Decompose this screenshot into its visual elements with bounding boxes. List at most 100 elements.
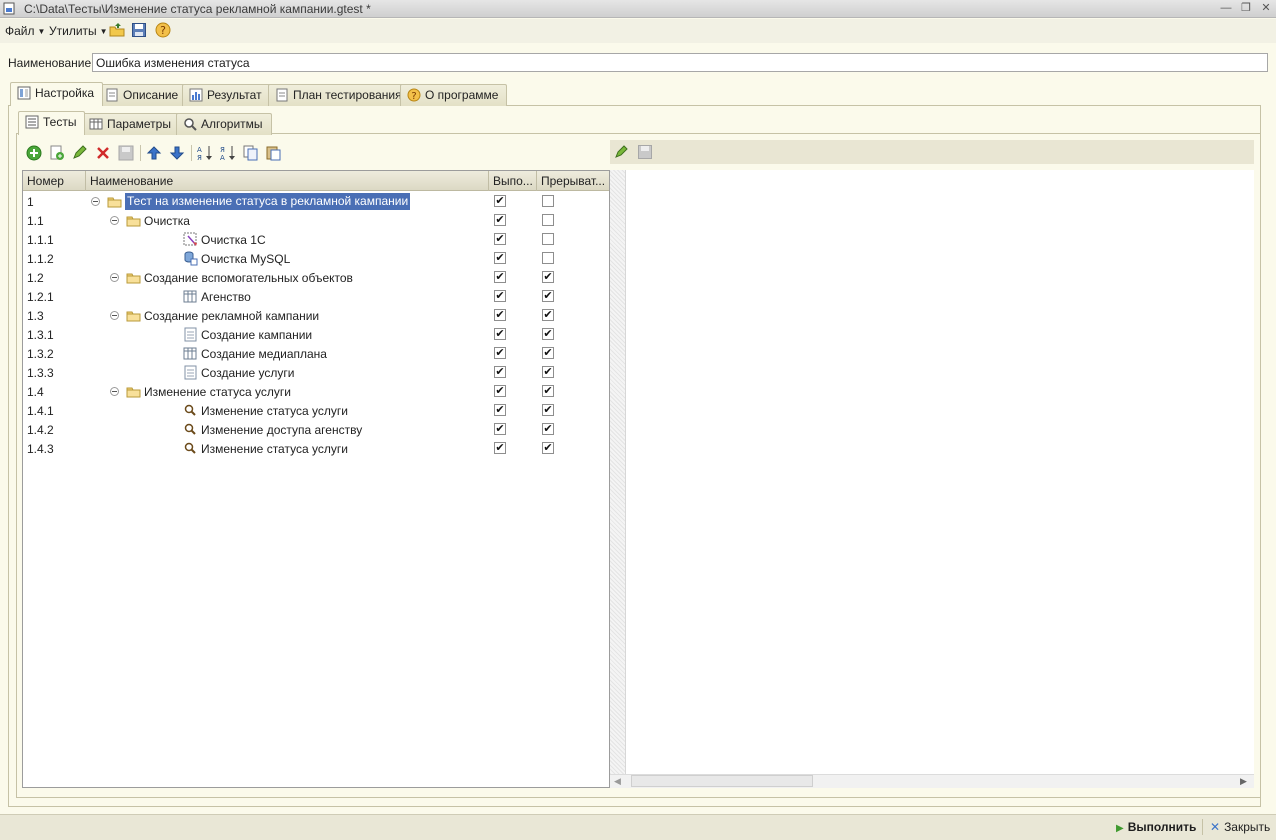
run-checkbox[interactable]: ✔ bbox=[494, 328, 506, 340]
tree-row[interactable]: 1.3.2 Создание медиаплана ✔ ✔ bbox=[23, 344, 609, 363]
tree-row[interactable]: 1.1 Очистка ✔ bbox=[23, 211, 609, 230]
tree-row[interactable]: 1.1.2 Очистка MySQL ✔ bbox=[23, 249, 609, 268]
tab-tests[interactable]: Тесты bbox=[18, 111, 86, 135]
interrupt-checkbox[interactable]: ✔ bbox=[542, 404, 554, 416]
run-checkbox[interactable]: ✔ bbox=[494, 404, 506, 416]
close-window-button[interactable]: ✕ bbox=[1258, 1, 1274, 15]
tests-tree-grid[interactable]: Номер Наименование Выпо... Прерыват... 1… bbox=[22, 170, 610, 788]
tab-about[interactable]: ? О программе bbox=[400, 84, 508, 106]
run-checkbox[interactable]: ✔ bbox=[494, 195, 506, 207]
tree-row[interactable]: 1.1.1 Очистка 1С ✔ bbox=[23, 230, 609, 249]
folder-icon bbox=[126, 270, 141, 285]
interrupt-checkbox[interactable]: ✔ bbox=[542, 271, 554, 283]
add-child-icon[interactable] bbox=[48, 144, 66, 162]
tree-row[interactable]: 1.3.3 Создание услуги ✔ ✔ bbox=[23, 363, 609, 382]
name-input[interactable] bbox=[92, 53, 1268, 72]
row-number: 1.4.2 bbox=[27, 423, 54, 437]
interrupt-checkbox[interactable]: ✔ bbox=[542, 442, 554, 454]
collapse-toggle-icon[interactable] bbox=[110, 216, 119, 225]
help-icon[interactable]: ? bbox=[155, 22, 171, 38]
folder-icon bbox=[107, 194, 122, 209]
run-checkbox[interactable]: ✔ bbox=[494, 309, 506, 321]
scroll-left-icon[interactable]: ◀ bbox=[614, 776, 621, 787]
search-icon bbox=[183, 403, 198, 418]
move-down-icon[interactable] bbox=[168, 144, 186, 162]
interrupt-checkbox[interactable] bbox=[542, 252, 554, 264]
interrupt-checkbox[interactable]: ✔ bbox=[542, 423, 554, 435]
run-checkbox[interactable]: ✔ bbox=[494, 366, 506, 378]
interrupt-checkbox[interactable] bbox=[542, 214, 554, 226]
details-area[interactable] bbox=[610, 170, 1254, 788]
tree-row[interactable]: 1.2.1 Агенство ✔ ✔ bbox=[23, 287, 609, 306]
interrupt-checkbox[interactable]: ✔ bbox=[542, 309, 554, 321]
menu-utilities[interactable]: Утилиты ▼ bbox=[49, 24, 108, 38]
column-header-name[interactable]: Наименование bbox=[86, 171, 489, 191]
tab-result[interactable]: Результат bbox=[182, 84, 271, 106]
sort-ascending-icon[interactable]: AЯ bbox=[196, 144, 214, 162]
interrupt-checkbox[interactable] bbox=[542, 233, 554, 245]
move-up-icon[interactable] bbox=[145, 144, 163, 162]
minimize-button[interactable]: — bbox=[1218, 1, 1234, 15]
tab-test-plan[interactable]: План тестирования bbox=[268, 84, 411, 106]
column-header-run[interactable]: Выпо... bbox=[489, 171, 537, 191]
menu-bar: Файл ▼ Утилиты ▼ ? bbox=[0, 19, 1276, 43]
collapse-toggle-icon[interactable] bbox=[91, 197, 100, 206]
save-disabled-icon[interactable] bbox=[117, 144, 135, 162]
run-button[interactable]: ▶ Выполнить bbox=[1116, 820, 1196, 834]
run-checkbox[interactable]: ✔ bbox=[494, 290, 506, 302]
collapse-toggle-icon[interactable] bbox=[110, 273, 119, 282]
close-button[interactable]: ✕ Закрыть bbox=[1210, 820, 1270, 834]
tree-row[interactable]: 1.3 Создание рекламной кампании ✔ ✔ bbox=[23, 306, 609, 325]
delete-icon[interactable] bbox=[94, 144, 112, 162]
svg-text:A: A bbox=[220, 154, 225, 162]
save-disabled-icon[interactable] bbox=[637, 144, 653, 160]
tree-row[interactable]: 1 Тест на изменение статуса в рекламной к… bbox=[23, 192, 609, 211]
interrupt-checkbox[interactable]: ✔ bbox=[542, 328, 554, 340]
svg-text:?: ? bbox=[160, 24, 166, 37]
sort-descending-icon[interactable]: ЯA bbox=[219, 144, 237, 162]
svg-text:A: A bbox=[197, 146, 202, 154]
add-icon[interactable] bbox=[25, 144, 43, 162]
scrollbar-thumb[interactable] bbox=[631, 775, 813, 787]
collapse-toggle-icon[interactable] bbox=[110, 311, 119, 320]
collapse-toggle-icon[interactable] bbox=[110, 387, 119, 396]
interrupt-checkbox[interactable]: ✔ bbox=[542, 290, 554, 302]
search-icon bbox=[183, 422, 198, 437]
interrupt-checkbox[interactable] bbox=[542, 195, 554, 207]
save-icon[interactable] bbox=[131, 22, 147, 38]
open-folder-icon[interactable] bbox=[109, 22, 125, 38]
edit-icon[interactable] bbox=[71, 144, 89, 162]
tree-row[interactable]: 1.4.3 Изменение статуса услуги ✔ ✔ bbox=[23, 439, 609, 458]
column-header-number[interactable]: Номер bbox=[23, 171, 86, 191]
tab-algorithms[interactable]: Алгоритмы bbox=[176, 113, 272, 135]
run-checkbox[interactable]: ✔ bbox=[494, 233, 506, 245]
menu-file[interactable]: Файл ▼ bbox=[5, 24, 45, 38]
table-icon bbox=[89, 117, 103, 131]
tab-parameters[interactable]: Параметры bbox=[82, 113, 180, 135]
restore-button[interactable]: ❐ bbox=[1238, 1, 1254, 15]
tree-row[interactable]: 1.4.1 Изменение статуса услуги ✔ ✔ bbox=[23, 401, 609, 420]
document-icon bbox=[183, 365, 198, 380]
run-checkbox[interactable]: ✔ bbox=[494, 252, 506, 264]
tree-row[interactable]: 1.4 Изменение статуса услуги ✔ ✔ bbox=[23, 382, 609, 401]
run-checkbox[interactable]: ✔ bbox=[494, 271, 506, 283]
details-gutter bbox=[610, 170, 626, 774]
column-header-interrupt[interactable]: Прерыват... bbox=[537, 171, 609, 191]
run-checkbox[interactable]: ✔ bbox=[494, 214, 506, 226]
run-checkbox[interactable]: ✔ bbox=[494, 423, 506, 435]
tree-row[interactable]: 1.3.1 Создание кампании ✔ ✔ bbox=[23, 325, 609, 344]
run-checkbox[interactable]: ✔ bbox=[494, 442, 506, 454]
paste-icon[interactable] bbox=[265, 144, 283, 162]
interrupt-checkbox[interactable]: ✔ bbox=[542, 385, 554, 397]
scroll-right-icon[interactable]: ▶ bbox=[1240, 776, 1247, 787]
run-checkbox[interactable]: ✔ bbox=[494, 347, 506, 359]
tab-settings[interactable]: Настройка bbox=[10, 82, 104, 106]
tree-row[interactable]: 1.2 Создание вспомогательных объектов ✔ ✔ bbox=[23, 268, 609, 287]
edit-icon[interactable] bbox=[614, 144, 630, 160]
tree-row[interactable]: 1.4.2 Изменение доступа агенству ✔ ✔ bbox=[23, 420, 609, 439]
interrupt-checkbox[interactable]: ✔ bbox=[542, 366, 554, 378]
copy-icon[interactable] bbox=[242, 144, 260, 162]
interrupt-checkbox[interactable]: ✔ bbox=[542, 347, 554, 359]
run-checkbox[interactable]: ✔ bbox=[494, 385, 506, 397]
tab-description[interactable]: Описание bbox=[98, 84, 188, 106]
